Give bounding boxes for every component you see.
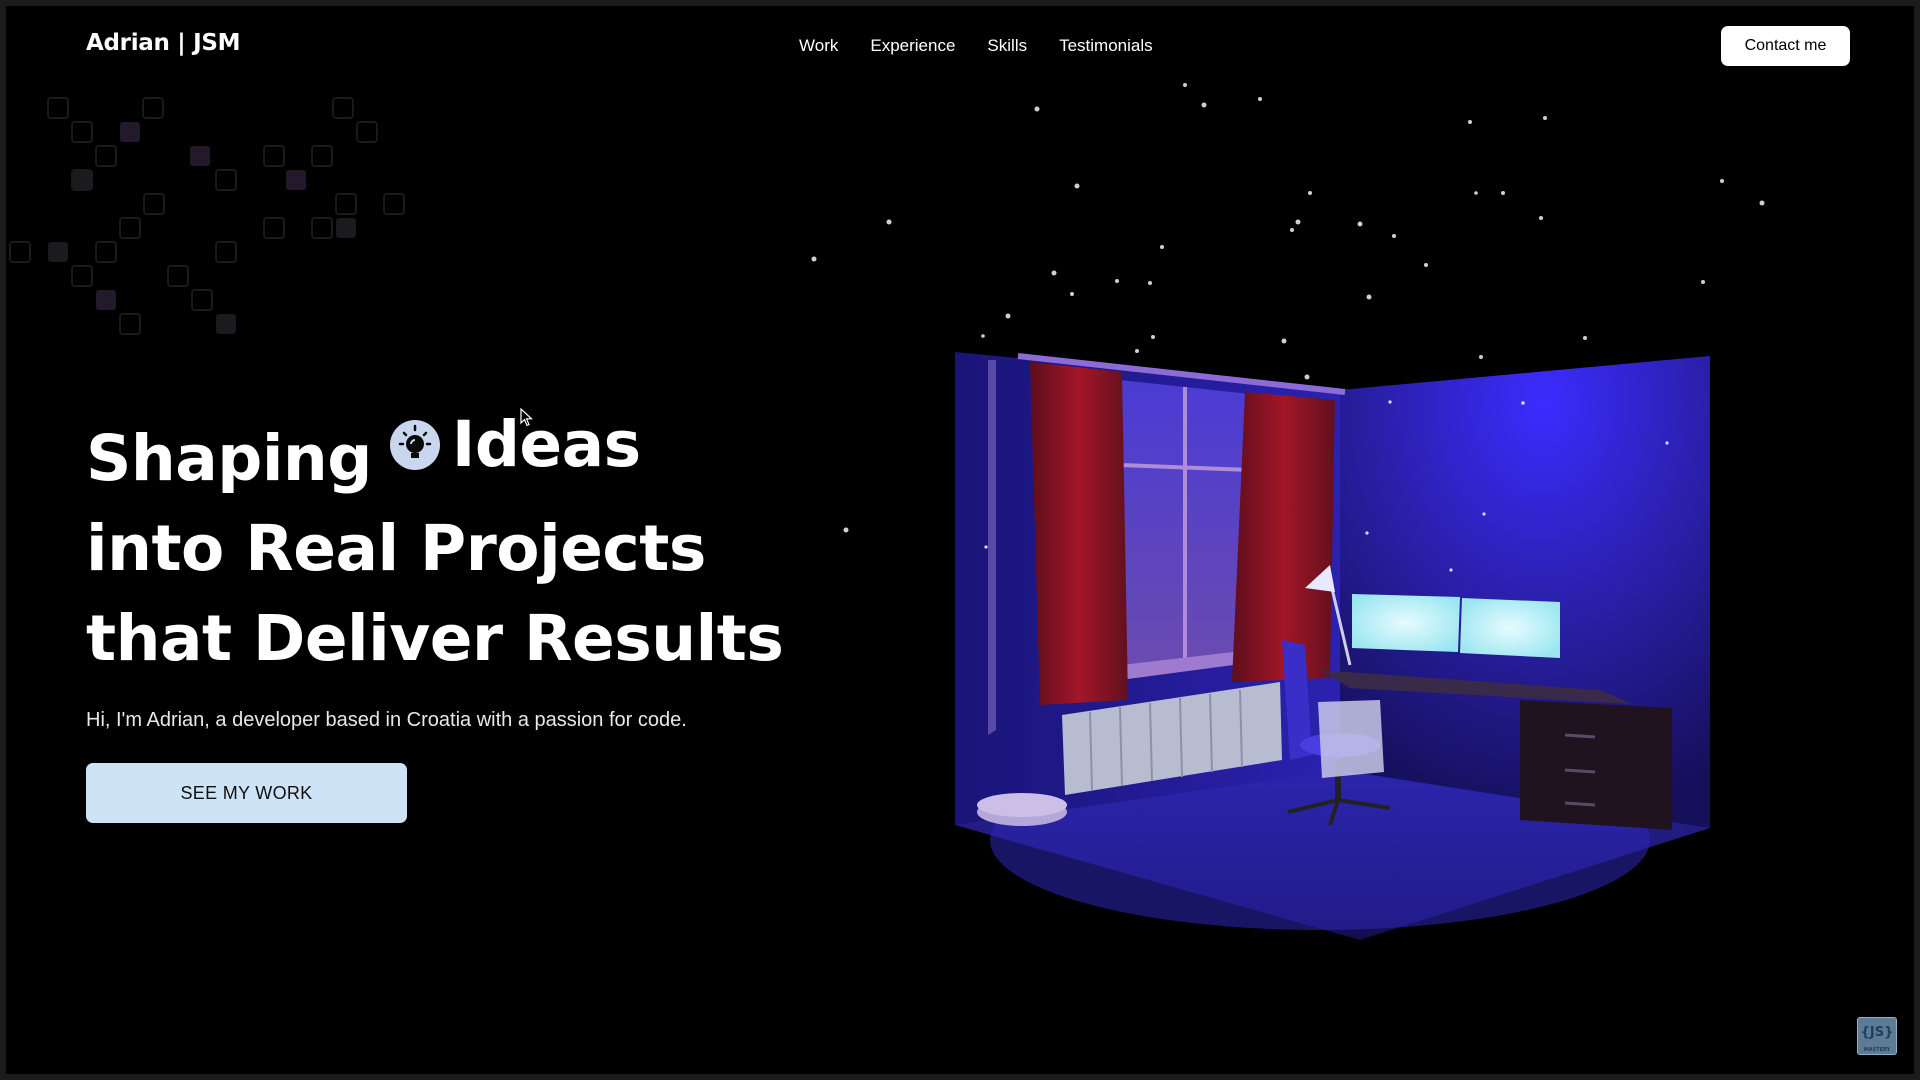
headline-word-ideas: Ideas bbox=[451, 408, 641, 481]
nav-link-testimonials[interactable]: Testimonials bbox=[1059, 36, 1153, 56]
contact-me-button[interactable]: Contact me bbox=[1721, 26, 1850, 66]
hero-subtitle: Hi, I'm Adrian, a developer based in Cro… bbox=[86, 709, 687, 731]
nav-link-skills[interactable]: Skills bbox=[987, 36, 1027, 56]
headline-line-2: into Real Projects bbox=[86, 512, 706, 585]
nav-link-experience[interactable]: Experience bbox=[870, 36, 955, 56]
hero-headline: Shaping Ideas into Real Projects that De… bbox=[86, 400, 784, 684]
nav-link-work[interactable]: Work bbox=[799, 36, 838, 56]
main-navigation: Work Experience Skills Testimonials bbox=[799, 36, 1153, 56]
brand-logo[interactable]: Adrian | JSM bbox=[86, 30, 241, 56]
headline-line-1: Shaping Ideas bbox=[86, 400, 783, 504]
badge-logo-text: {JS} bbox=[1860, 1025, 1894, 1040]
headline-word-shaping: Shaping bbox=[86, 422, 372, 495]
headline-line-3: that Deliver Results bbox=[86, 602, 784, 675]
ideas-pill: Ideas bbox=[389, 400, 641, 490]
see-my-work-button[interactable]: SEE MY WORK bbox=[86, 763, 407, 823]
lightbulb-icon bbox=[389, 420, 440, 470]
jsm-logo-badge: {JS} MASTERY bbox=[1857, 1017, 1897, 1055]
badge-logo-caption: MASTERY bbox=[1863, 1047, 1891, 1053]
mouse-cursor-icon bbox=[520, 408, 534, 427]
